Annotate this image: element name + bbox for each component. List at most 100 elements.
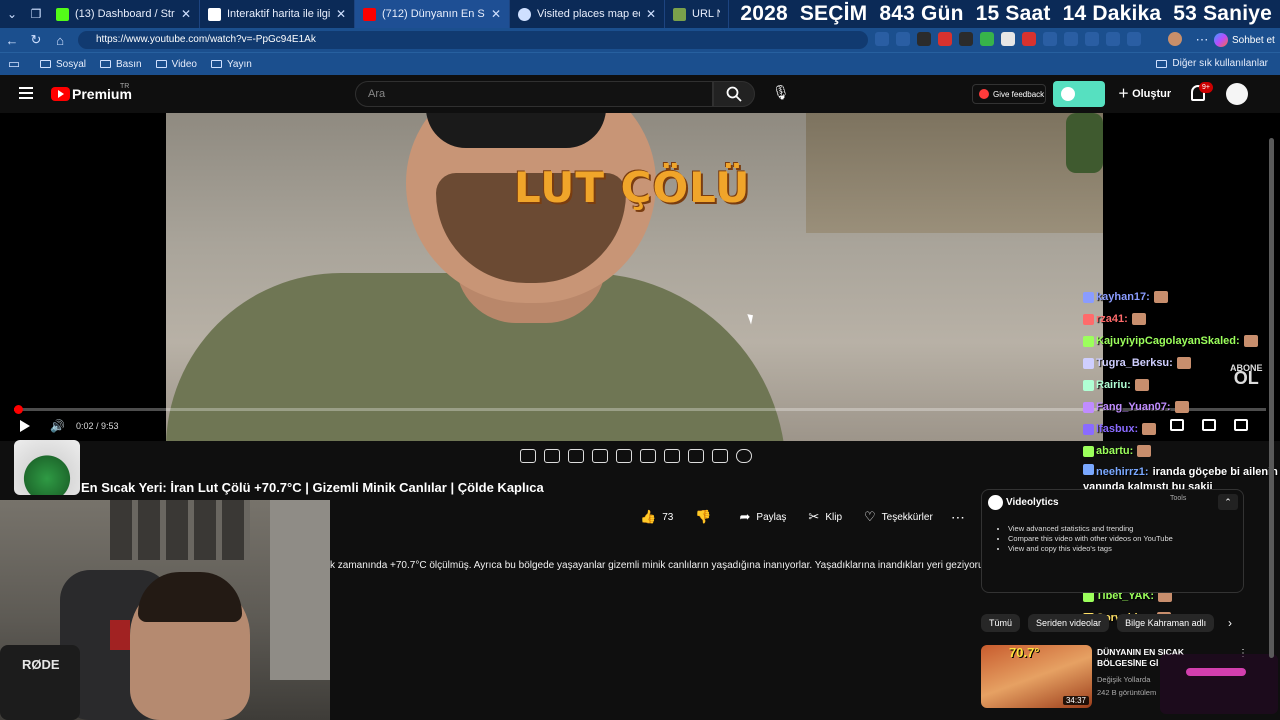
browser-tab-iran-map[interactable]: Interaktif harita ile ilgili son İran Ha…: [200, 0, 355, 28]
loop-icon[interactable]: [520, 449, 536, 463]
profile-avatar[interactable]: [1168, 32, 1182, 46]
tab-title: (712) Dünyanın En Sıcak Yeri: İran Lut: [382, 8, 485, 20]
close-tab-icon[interactable]: ✕: [336, 7, 346, 21]
extension-toggle-button[interactable]: [1053, 81, 1105, 107]
split-screen-icon[interactable]: [1064, 32, 1078, 46]
progress-scrubber[interactable]: [14, 405, 24, 414]
address-bar[interactable]: https://www.youtube.com/watch?v=-PpGc94E…: [78, 31, 868, 49]
chip-all[interactable]: Tümü: [981, 614, 1021, 632]
share-button[interactable]: ➦ Paylaş: [740, 509, 787, 525]
video-bg-wall: [806, 113, 1103, 233]
streamlabs-favicon-icon: [56, 7, 69, 21]
create-button[interactable]: ＋ Oluştur: [1118, 85, 1171, 101]
browser-tab-streamlabs[interactable]: (13) Dashboard / Streamlabs ✕: [48, 0, 200, 28]
browser-tab-url-ninja[interactable]: URL Ninja: [665, 0, 729, 28]
reload-icon[interactable]: ↻: [24, 32, 48, 48]
clip-button[interactable]: ✂ Klip: [808, 509, 842, 525]
folder-icon: [211, 60, 222, 68]
youtube-header: Premium TR Ara 🎙 Give feedback ＋ Oluştur…: [0, 75, 1280, 113]
account-avatar[interactable]: [1226, 83, 1248, 105]
home-icon[interactable]: ⌂: [48, 33, 72, 48]
reading-list-icon[interactable]: ▭: [2, 56, 26, 72]
close-tab-icon[interactable]: ✕: [491, 7, 501, 21]
chat-emote-icon: [1153, 291, 1168, 303]
browser-nav-bar: ← ↻ ⌂ https://www.youtube.com/watch?v=-P…: [0, 28, 1280, 52]
countdown-days: 843 Gün: [879, 2, 964, 25]
volume-icon[interactable]: 🔊: [50, 419, 65, 433]
search-button[interactable]: [713, 81, 755, 107]
chip-channel[interactable]: Bilge Kahraman adlı: [1117, 614, 1215, 632]
tab-actions-icon[interactable]: [875, 32, 889, 46]
bookmark-folder-video[interactable]: Video: [155, 59, 197, 70]
thanks-label: Teşekkürler: [881, 511, 933, 523]
give-feedback-button[interactable]: Give feedback: [972, 84, 1046, 104]
browser-tab-map-editor[interactable]: Visited places map editor ✕: [510, 0, 665, 28]
chip-series[interactable]: Seriden videolar: [1028, 614, 1110, 632]
thumbs-up-icon: 👍: [640, 509, 657, 524]
recommendation-channel[interactable]: Değişik Yollarda: [1097, 675, 1150, 684]
gum-jar-image: [14, 440, 80, 495]
page-scrollbar[interactable]: [1268, 113, 1276, 720]
search-input[interactable]: Ara: [355, 81, 713, 107]
extension-icon[interactable]: [1022, 32, 1036, 46]
share-icon: ➦: [739, 509, 751, 524]
bookmark-folder-yayin[interactable]: Yayın: [211, 59, 252, 70]
browser-tab-youtube[interactable]: (712) Dünyanın En Sıcak Yeri: İran Lut ✕: [355, 0, 510, 28]
more-actions-icon[interactable]: ⋯: [951, 509, 965, 526]
audio-icon[interactable]: [544, 449, 560, 463]
thanks-icon: ♡: [864, 509, 876, 524]
thanks-button[interactable]: ♡ Teşekkürler: [864, 509, 933, 525]
favorites-icon[interactable]: [1085, 32, 1099, 46]
video-progress-bar[interactable]: [14, 405, 1266, 414]
chips-next-chevron-icon[interactable]: ›: [1228, 616, 1232, 630]
extension-icon[interactable]: [959, 32, 973, 46]
scrollbar-thumb[interactable]: [1269, 138, 1274, 658]
favorite-star-icon[interactable]: [896, 32, 910, 46]
youtube-logo-icon[interactable]: [51, 87, 70, 101]
bookmark-folder-basin[interactable]: Basın: [100, 59, 142, 70]
workspaces-icon[interactable]: ❐: [24, 0, 48, 28]
back-arrow-icon[interactable]: ←: [0, 33, 24, 48]
more-menu-icon[interactable]: ⋯: [1190, 32, 1214, 48]
chat-username: KajuyiyipCagolayanSkaled:: [1096, 335, 1240, 347]
streamer-hair: [138, 572, 242, 622]
cinema-icon[interactable]: [592, 449, 608, 463]
extension-icon[interactable]: [1001, 32, 1015, 46]
play-icon[interactable]: [20, 420, 30, 432]
view-icon[interactable]: [568, 449, 584, 463]
chat-message: Fang_Yuan07:: [1083, 396, 1280, 418]
voice-search-mic-icon[interactable]: 🎙: [772, 84, 790, 104]
extension-icon[interactable]: [917, 32, 931, 46]
tab-list-chevron-icon[interactable]: ⌄: [0, 0, 24, 28]
close-tab-icon[interactable]: ✕: [646, 7, 656, 21]
chat-badge-icon: [1083, 379, 1094, 391]
expand-icon[interactable]: [640, 449, 656, 463]
screenshot-camera-icon[interactable]: [712, 449, 728, 463]
chat-message: lfasbux:: [1083, 418, 1280, 440]
other-bookmarks-label: Diğer sık kullanılanlar: [1172, 58, 1268, 69]
dislike-button[interactable]: 👎: [695, 509, 717, 525]
extension-icon[interactable]: [938, 32, 952, 46]
extensions-puzzle-icon[interactable]: [1043, 32, 1057, 46]
like-button[interactable]: 👍 73: [640, 509, 673, 525]
performance-icon[interactable]: [1127, 32, 1141, 46]
extension-icon[interactable]: [980, 32, 994, 46]
other-bookmarks[interactable]: Diğer sık kullanılanlar: [1156, 58, 1268, 69]
copilot-button[interactable]: Sohbet et: [1214, 31, 1275, 49]
menu-hamburger-icon[interactable]: [19, 87, 33, 99]
settings-gear-icon[interactable]: [736, 449, 752, 463]
tab-title: Visited places map editor: [537, 8, 640, 20]
folder-icon: [155, 60, 167, 68]
collapse-chevron-up-icon[interactable]: ⌃: [1218, 494, 1238, 510]
resize-icon[interactable]: [616, 449, 632, 463]
add-icon[interactable]: [688, 449, 704, 463]
search-placeholder: Ara: [368, 88, 386, 100]
bookmark-folder-sosyal[interactable]: Sosyal: [40, 59, 86, 70]
close-tab-icon[interactable]: ✕: [181, 7, 191, 21]
speed-icon[interactable]: [664, 449, 680, 463]
videolytics-tools-button[interactable]: Tools: [1170, 495, 1186, 502]
countdown-label: SEÇİM: [799, 2, 868, 25]
collections-icon[interactable]: [1106, 32, 1120, 46]
recommendation-thumbnail[interactable]: 70.7° 34:37: [981, 645, 1092, 708]
bookmark-label: Yayın: [227, 58, 252, 70]
